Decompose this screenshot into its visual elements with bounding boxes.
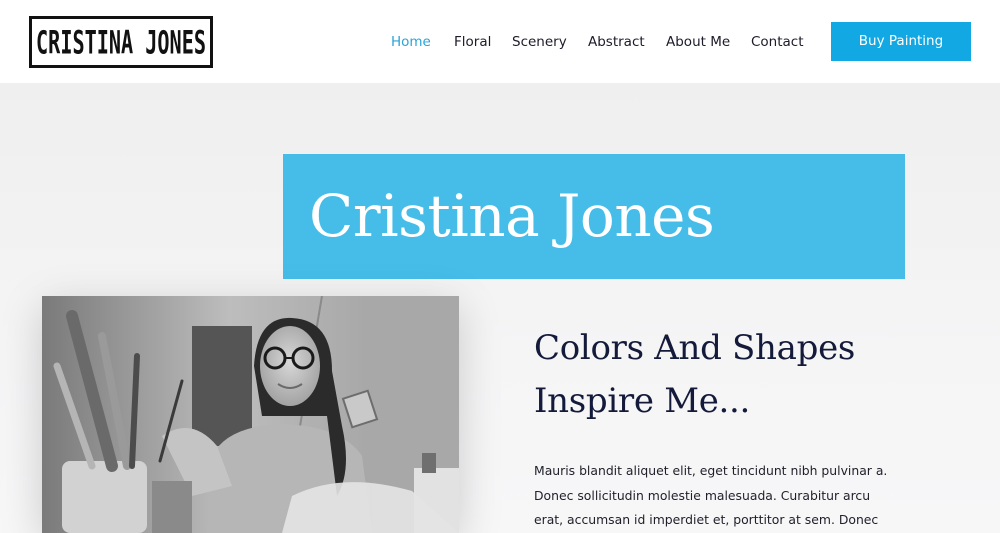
buy-painting-button[interactable]: Buy Painting	[831, 22, 971, 61]
intro-paragraph: Mauris blandit aliquet elit, eget tincid…	[534, 463, 888, 527]
logo-text: CRISTINA JONES	[36, 23, 206, 61]
nav-item-home[interactable]: Home	[391, 31, 431, 53]
site-header: CRISTINA JONES Home Floral Scenery Abstr…	[0, 0, 1000, 83]
title-banner: Cristina Jones	[283, 154, 905, 279]
page-title: Cristina Jones	[309, 182, 715, 250]
heading-line-2: Inspire Me...	[534, 381, 751, 421]
nav-item-abstract[interactable]: Abstract	[588, 31, 645, 53]
heading-line-1: Colors And Shapes	[534, 328, 856, 368]
nav-item-contact[interactable]: Contact	[751, 31, 804, 53]
section-heading: Colors And Shapes Inspire Me...	[534, 322, 934, 428]
artist-photo	[42, 296, 459, 533]
artist-portrait-photo	[42, 296, 459, 533]
nav-item-scenery[interactable]: Scenery	[512, 31, 567, 53]
site-logo[interactable]: CRISTINA JONES	[29, 16, 213, 68]
nav-item-about-me[interactable]: About Me	[666, 31, 730, 53]
nav-item-floral[interactable]: Floral	[454, 31, 491, 53]
